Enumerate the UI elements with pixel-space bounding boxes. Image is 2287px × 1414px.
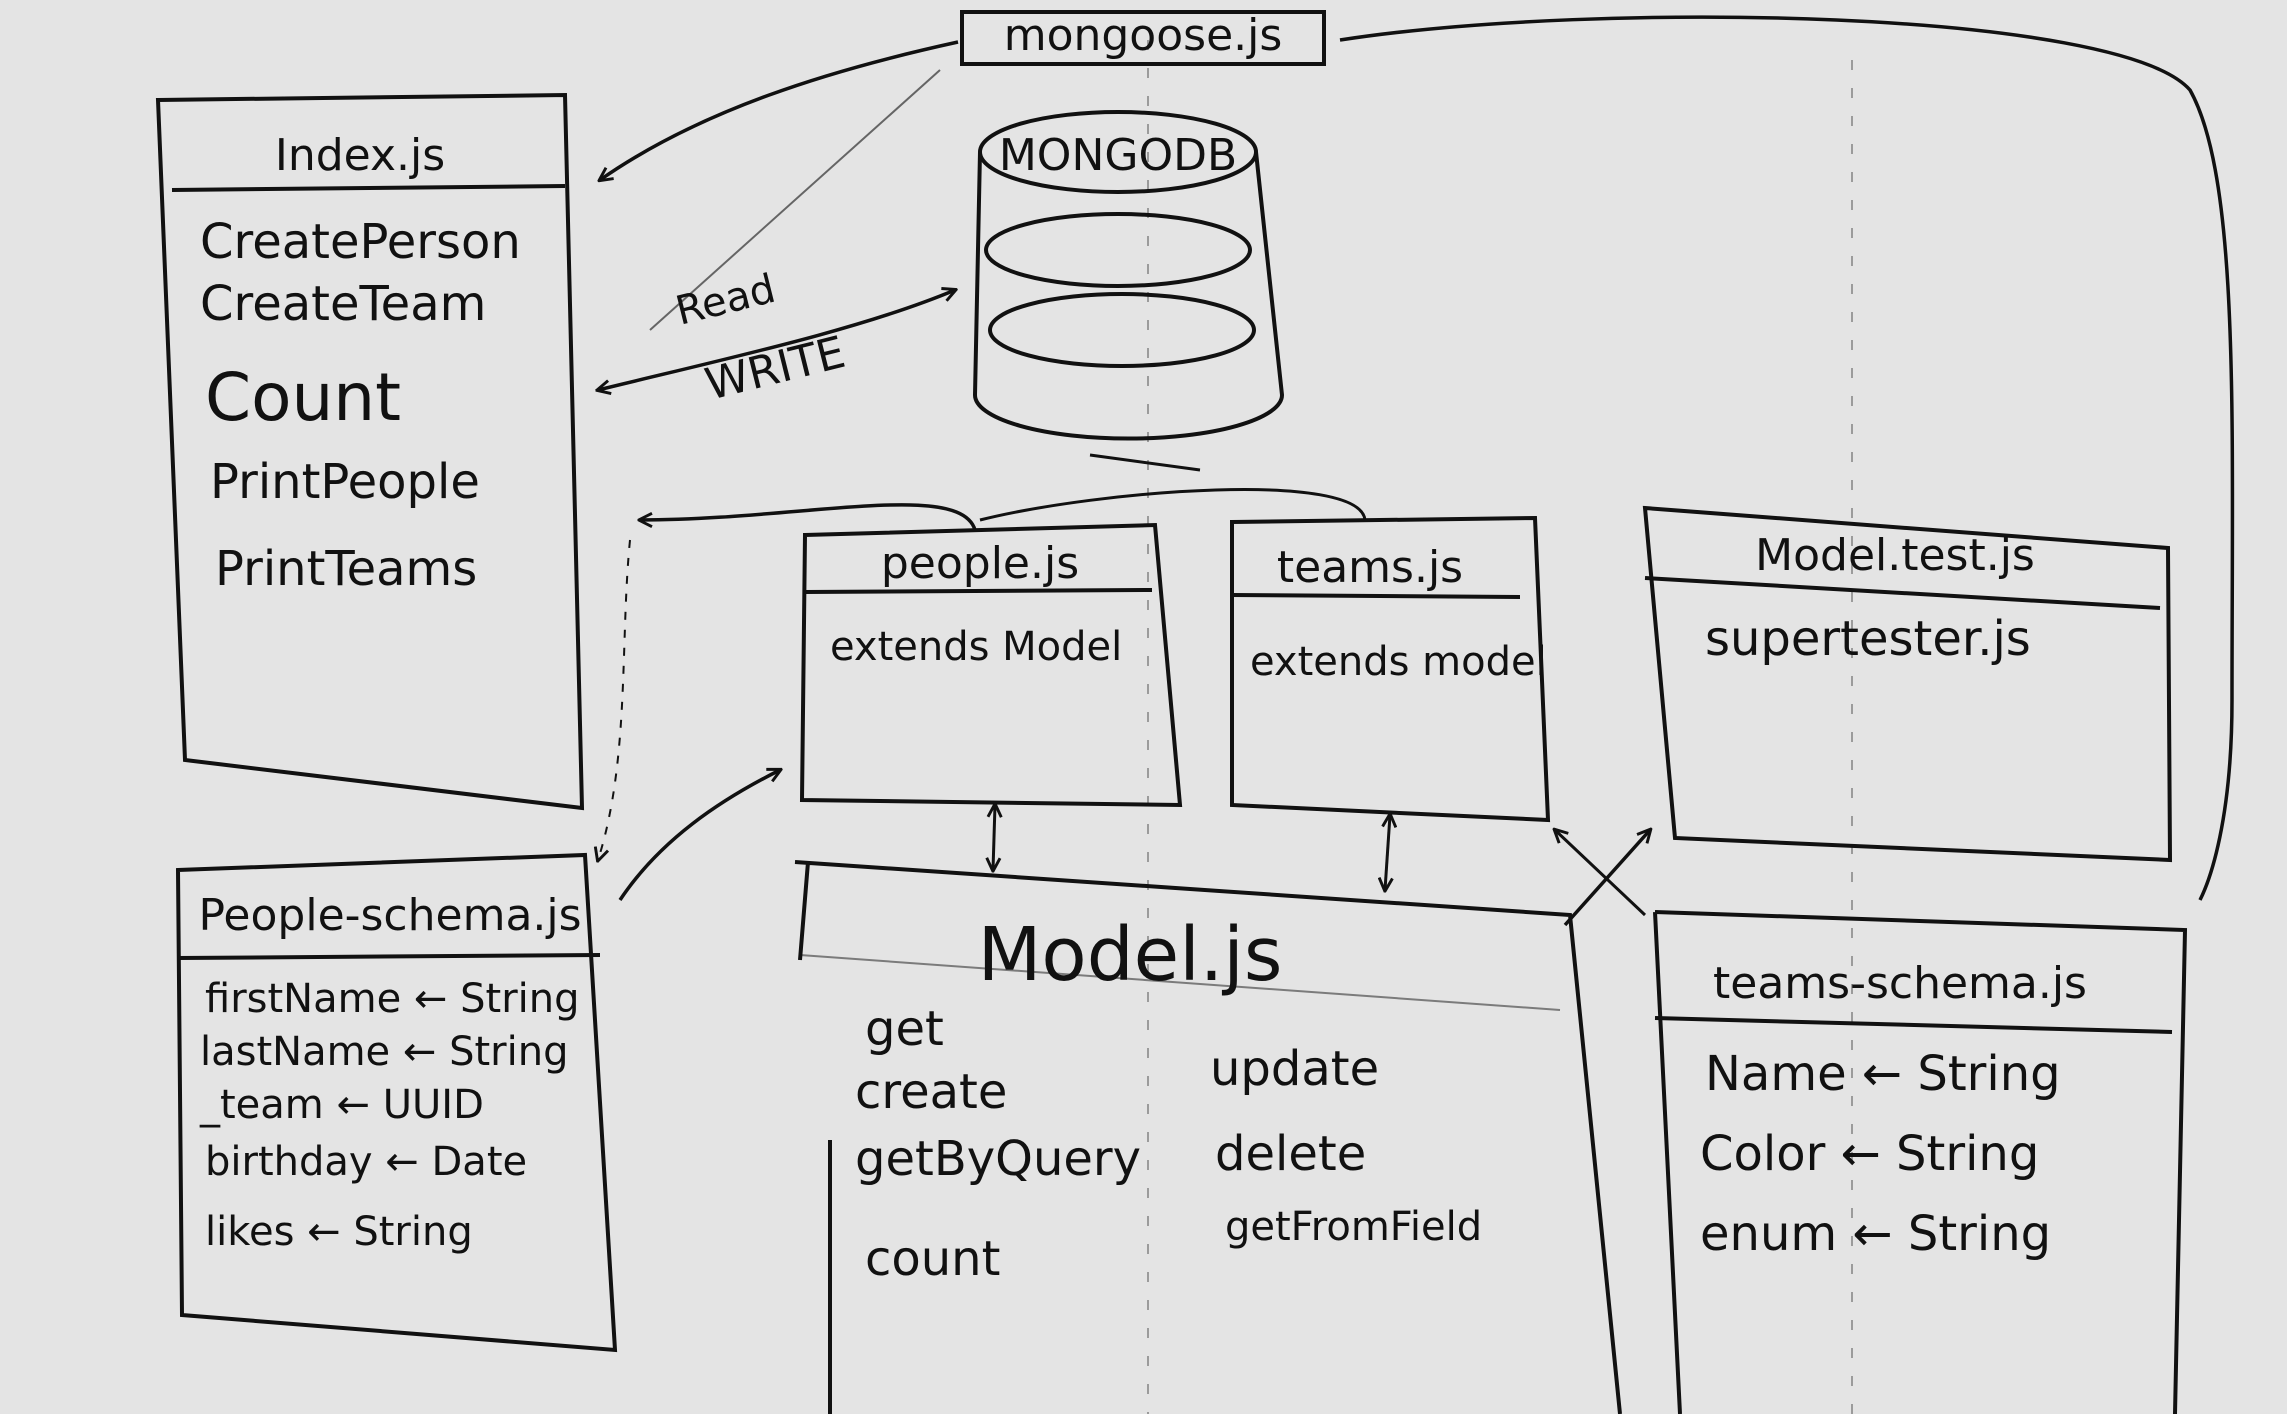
index-title: Index.js [275,130,445,181]
people-model-double-arrow [993,805,995,870]
model-test-body: supertester.js [1705,611,2031,667]
model-to-test-arrow [1563,830,1650,927]
model-method-create: create [855,1064,1007,1120]
index-item-create-team: CreateTeam [200,276,486,332]
mongodb-label: MONGODB [999,130,1237,181]
teams-schema-to-teams-arrow [1555,830,1647,917]
index-item-count: Count [205,359,401,436]
mongoose-loop-line [1339,15,2235,901]
db-drop-line [1089,453,1201,472]
index-item-print-people: PrintPeople [210,454,480,510]
mongoose-box: mongoose.js [960,10,1326,66]
people-js-box: people.js extends Model [799,522,1183,808]
model-method-get-by-query: getByQuery [855,1131,1141,1187]
index-to-people-schema-arrow [598,539,631,860]
people-js-title: people.js [881,538,1079,589]
people-schema-box: People-schema.js firstName ← String last… [175,852,618,1353]
teams-js-title: teams.js [1277,542,1463,593]
teams-schema-field-color: Color ← String [1700,1126,2039,1182]
write-label: WRITE [700,327,850,411]
index-item-create-person: CreatePerson [200,214,521,270]
teams-schema-title: teams-schema.js [1713,958,2087,1009]
model-test-title: Model.test.js [1755,530,2035,581]
people-schema-field-team: _team ← UUID [199,1082,484,1128]
read-write-arrows: Read WRITE [598,266,955,411]
mongodb-database: MONGODB [972,110,1285,441]
read-label: Read [671,266,780,335]
people-schema-field-birthday: birthday ← Date [205,1139,527,1185]
teams-js-box: teams.js extends model [1230,515,1551,823]
teams-to-index-line [979,488,1367,522]
people-schema-field-first-name: firstName ← String [205,976,580,1022]
people-schema-field-last-name: lastName ← String [200,1029,568,1075]
model-method-delete: delete [1215,1126,1366,1182]
mongoose-title: mongoose.js [1004,10,1283,61]
model-js-box: Model.js get create getByQuery count upd… [794,860,1622,1414]
index-item-print-teams: PrintTeams [215,541,477,597]
model-method-count: count [865,1231,1000,1287]
teams-schema-field-enum: enum ← String [1700,1206,2051,1262]
teams-schema-field-name: Name ← String [1705,1046,2061,1102]
index-box: Index.js CreatePerson CreateTeam Count P… [155,92,585,811]
model-test-box: Model.test.js supertester.js [1642,505,2173,863]
teams-schema-box: teams-schema.js Name ← String Color ← St… [1653,910,2188,1414]
model-js-title: Model.js [978,912,1283,998]
teams-model-double-arrow [1385,815,1390,890]
people-js-body: extends Model [830,624,1122,670]
mongoose-to-index-arrow [600,40,959,180]
whiteboard-diagram: mongoose.js MONGODB Read WRITE Index.js … [0,0,2287,1414]
teams-js-body: extends model [1250,639,1547,685]
model-method-get: get [865,1001,944,1057]
people-schema-field-likes: likes ← String [205,1209,473,1255]
people-schema-to-people-arrow [618,770,780,901]
model-method-update: update [1210,1041,1379,1097]
people-schema-title: People-schema.js [198,890,581,941]
model-method-get-from-field: getFromField [1225,1204,1482,1250]
people-to-index-arrow [640,503,977,531]
